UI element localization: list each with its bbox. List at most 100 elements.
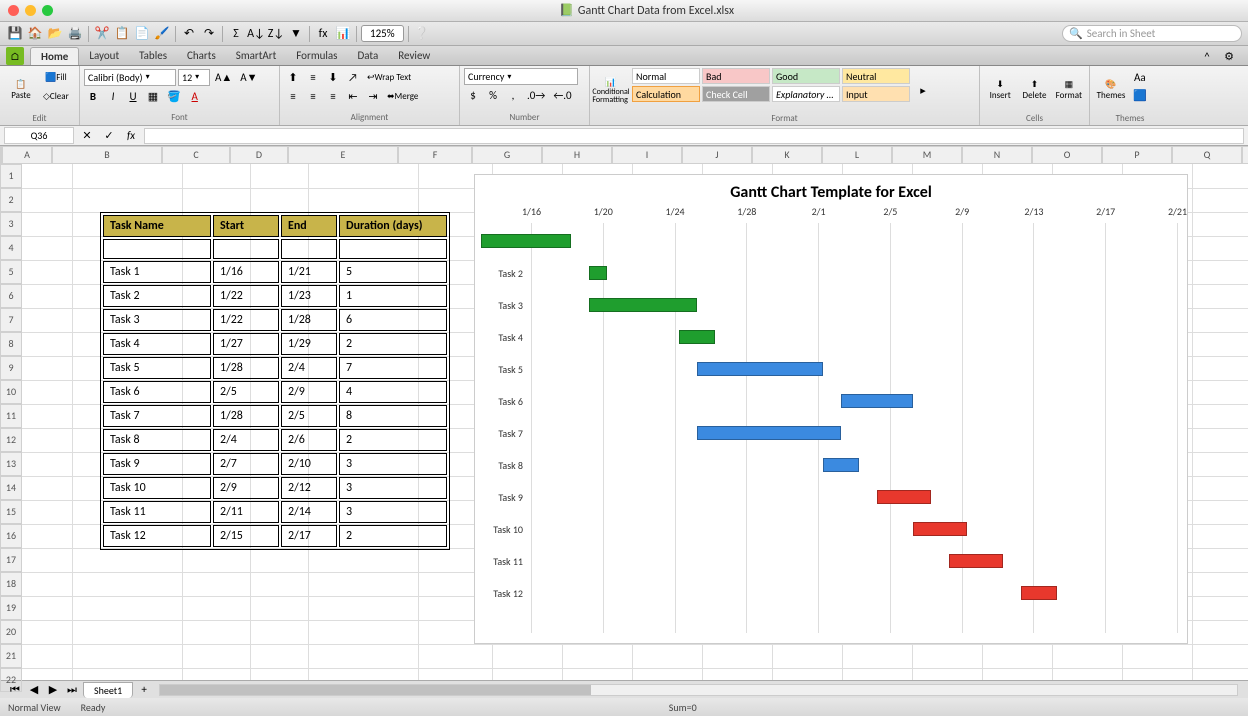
row-header[interactable]: 14: [0, 476, 22, 500]
column-header[interactable]: C: [162, 146, 230, 164]
minimize-window-button[interactable]: [25, 5, 36, 16]
table-row[interactable]: Task 102/92/123: [103, 477, 447, 499]
increase-font-icon[interactable]: A▲: [212, 68, 235, 86]
sheet-tab[interactable]: Sheet1: [83, 682, 133, 698]
wrap-text-button[interactable]: ↩ Wrap Text: [364, 68, 414, 86]
ribbon-tab-formulas[interactable]: Formulas: [286, 47, 347, 65]
tab-next-icon[interactable]: ▶: [44, 681, 62, 699]
home-icon[interactable]: 🏠: [26, 25, 44, 43]
fill-color-button[interactable]: 🪣: [164, 87, 184, 105]
ribbon-tab-data[interactable]: Data: [347, 47, 388, 65]
cut-icon[interactable]: ✂️: [93, 25, 111, 43]
row-header[interactable]: 2: [0, 188, 22, 212]
gantt-bar[interactable]: [589, 266, 607, 280]
format-cells-button[interactable]: ▦Format: [1053, 68, 1085, 112]
ribbon-tab-review[interactable]: Review: [388, 47, 440, 65]
formula-input[interactable]: [144, 128, 1244, 144]
ribbon-tab-layout[interactable]: Layout: [79, 47, 129, 65]
decrease-font-icon[interactable]: A▼: [237, 68, 260, 86]
gantt-chart[interactable]: Gantt Chart Template for Excel Task 1Tas…: [474, 174, 1188, 644]
row-header[interactable]: 4: [0, 236, 22, 260]
clear-button[interactable]: ◇ Clear: [40, 87, 72, 105]
gantt-bar[interactable]: [679, 330, 715, 344]
app-home-button[interactable]: ⌂: [6, 47, 24, 65]
accept-formula-icon[interactable]: ✓: [100, 127, 118, 145]
show-formula-icon[interactable]: 📊: [334, 25, 352, 43]
table-row[interactable]: Task 51/282/47: [103, 357, 447, 379]
ribbon-collapse-icon[interactable]: ^: [1198, 47, 1216, 65]
percent-icon[interactable]: %: [484, 86, 502, 104]
autosum-icon[interactable]: Σ: [227, 25, 245, 43]
border-button[interactable]: ▦: [144, 87, 162, 105]
row-header[interactable]: 1: [0, 164, 22, 188]
gantt-bar[interactable]: [589, 298, 697, 312]
decrease-decimal-icon[interactable]: ←.0: [550, 86, 574, 104]
filter-icon[interactable]: ▼: [287, 25, 305, 43]
open-icon[interactable]: 📂: [46, 25, 64, 43]
font-color-button[interactable]: A: [186, 87, 204, 105]
row-header[interactable]: 11: [0, 404, 22, 428]
align-center-icon[interactable]: ≡: [304, 87, 322, 105]
row-header[interactable]: 3: [0, 212, 22, 236]
gantt-bar[interactable]: [823, 458, 859, 472]
row-header[interactable]: 8: [0, 332, 22, 356]
column-header[interactable]: Q: [1172, 146, 1242, 164]
table-row[interactable]: Task 41/271/292: [103, 333, 447, 355]
column-header[interactable]: H: [542, 146, 612, 164]
zoom-display[interactable]: 125%: [361, 25, 404, 42]
help-icon[interactable]: ❔: [413, 25, 431, 43]
comma-icon[interactable]: ,: [504, 86, 522, 104]
align-middle-icon[interactable]: ≡: [304, 68, 322, 86]
fx-icon[interactable]: fx: [314, 25, 332, 43]
paste-icon[interactable]: 📄: [133, 25, 151, 43]
row-header[interactable]: 16: [0, 524, 22, 548]
style-bad[interactable]: Bad: [702, 68, 770, 84]
column-header[interactable]: B: [52, 146, 162, 164]
column-header[interactable]: A: [2, 146, 52, 164]
align-right-icon[interactable]: ≡: [324, 87, 342, 105]
table-row[interactable]: Task 82/42/62: [103, 429, 447, 451]
name-box[interactable]: Q36: [4, 127, 74, 144]
row-header[interactable]: 20: [0, 620, 22, 644]
gantt-bar[interactable]: [877, 490, 931, 504]
row-header[interactable]: 10: [0, 380, 22, 404]
gantt-bar[interactable]: [697, 362, 823, 376]
conditional-formatting-button[interactable]: 📊Conditional Formatting: [594, 68, 628, 112]
bold-button[interactable]: B: [84, 87, 102, 105]
column-header[interactable]: I: [612, 146, 682, 164]
theme-fonts-button[interactable]: Aa: [1130, 68, 1150, 86]
column-header[interactable]: F: [398, 146, 472, 164]
task-table[interactable]: Task NameStartEndDuration (days)Task 11/…: [100, 212, 450, 550]
table-row[interactable]: Task 21/221/231: [103, 285, 447, 307]
gantt-bar[interactable]: [481, 234, 571, 248]
theme-colors-button[interactable]: 🟦: [1130, 86, 1150, 104]
row-header[interactable]: 19: [0, 596, 22, 620]
column-header[interactable]: M: [892, 146, 962, 164]
gantt-bar[interactable]: [1021, 586, 1057, 600]
table-row[interactable]: Task 92/72/103: [103, 453, 447, 475]
font-size-combo[interactable]: 12: [178, 69, 210, 86]
add-sheet-icon[interactable]: +: [135, 681, 153, 699]
style-good[interactable]: Good: [772, 68, 840, 84]
column-header[interactable]: L: [822, 146, 892, 164]
row-header[interactable]: 5: [0, 260, 22, 284]
ribbon-tab-charts[interactable]: Charts: [177, 47, 226, 65]
table-row[interactable]: Task 31/221/286: [103, 309, 447, 331]
currency-icon[interactable]: $: [464, 86, 482, 104]
row-header[interactable]: 21: [0, 644, 22, 668]
table-row[interactable]: Task 11/161/215: [103, 261, 447, 283]
table-header[interactable]: Task Name: [103, 215, 211, 237]
style-explanatory-[interactable]: Explanatory …: [772, 86, 840, 102]
font-name-combo[interactable]: Calibri (Body): [84, 69, 176, 86]
column-header[interactable]: O: [1032, 146, 1102, 164]
align-bottom-icon[interactable]: ⬇: [324, 68, 342, 86]
column-header[interactable]: N: [962, 146, 1032, 164]
tab-first-icon[interactable]: ⏮: [6, 681, 24, 699]
gear-icon[interactable]: ⚙: [1220, 47, 1238, 65]
ribbon-tab-tables[interactable]: Tables: [129, 47, 177, 65]
ribbon-tab-home[interactable]: Home: [30, 47, 79, 65]
table-row[interactable]: Task 122/152/172: [103, 525, 447, 547]
column-header[interactable]: P: [1102, 146, 1172, 164]
row-header[interactable]: 6: [0, 284, 22, 308]
underline-button[interactable]: U: [124, 87, 142, 105]
